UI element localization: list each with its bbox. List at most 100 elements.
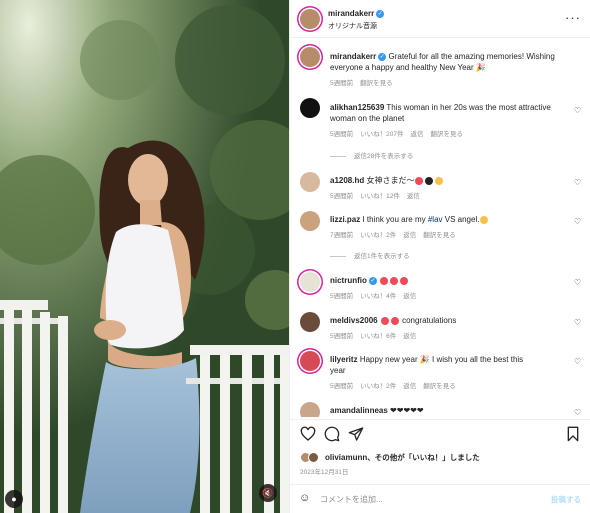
share-send-icon[interactable] — [348, 426, 364, 442]
post-date[interactable]: 2023年12月31日 — [300, 466, 348, 476]
comment-meta: 5週間前 いいね！6件 返信 — [330, 330, 423, 340]
comment-reply-link[interactable]: 返信 — [403, 293, 416, 300]
like-comment-heart-icon[interactable]: ♡ — [574, 357, 581, 366]
comment-age: 5週間前 — [330, 193, 354, 200]
comment-likes-count[interactable]: いいね！207件 — [360, 131, 403, 138]
like-comment-heart-icon[interactable]: ♡ — [574, 106, 581, 115]
comment-likes-count[interactable]: いいね！2件 — [360, 232, 396, 239]
comment-age: 5週間前 — [330, 131, 354, 138]
author-username[interactable]: mirandakerr — [328, 9, 374, 18]
commenter-avatar[interactable] — [300, 402, 320, 417]
comment-meta: 5週間前 いいね！4件 返信 — [330, 290, 423, 300]
comment-age: 5週間前 — [330, 293, 354, 300]
post-media[interactable]: ● 🔇 — [0, 0, 289, 513]
liker-avatar[interactable] — [308, 452, 319, 463]
comment-text: VS angel. — [444, 215, 480, 224]
caption-username[interactable]: mirandakerr — [330, 52, 376, 61]
comment-text-block: meldivs2006 congratulations — [330, 315, 570, 326]
comment-reply-link[interactable]: 返信 — [410, 131, 423, 138]
caption-avatar[interactable] — [300, 47, 320, 67]
comment-translate-link[interactable]: 翻訳を見る — [423, 383, 456, 390]
comment-meta: 5週間前 いいね！12件 返信 — [330, 190, 427, 200]
post-photo — [0, 0, 289, 513]
commenter-avatar[interactable] — [300, 98, 320, 118]
comment-age: 7週間前 — [330, 232, 354, 239]
action-bar — [290, 419, 590, 447]
audio-label[interactable]: オリジナル音源 — [328, 21, 384, 31]
comment-reply-link[interactable]: 返信 — [407, 193, 420, 200]
comment-username[interactable]: lilyeritz — [330, 355, 358, 364]
comment-username[interactable]: amandalinneas — [330, 406, 388, 415]
post-side-panel: mirandakerr ✓ オリジナル音源 ··· mirandakerr ✓ Gr… — [289, 0, 590, 513]
comment-translate-link[interactable]: 翻訳を見る — [430, 131, 463, 138]
like-comment-heart-icon[interactable]: ♡ — [574, 178, 581, 187]
like-comment-heart-icon[interactable]: ♡ — [574, 217, 581, 226]
add-comment-bar: ☺ 投稿する — [290, 484, 590, 513]
caption-text-block: mirandakerr ✓ Grateful for all the amazin… — [330, 51, 570, 73]
heart-eyes-emoji-icon — [380, 316, 389, 325]
tagged-user-icon[interactable]: ● — [5, 490, 23, 508]
caption-age: 5週間前 — [330, 80, 354, 87]
comment-reply-link[interactable]: 返信 — [403, 232, 416, 239]
heart-eyes-emoji-icon — [415, 176, 424, 185]
comment-reply-link[interactable]: 返信 — [403, 333, 416, 340]
commenter-avatar[interactable] — [300, 172, 320, 192]
heart-eyes-emoji-icon — [390, 316, 399, 325]
comment-bubble-icon[interactable] — [324, 426, 340, 442]
comment-text-block: amandalinneas ❤❤❤❤❤ — [330, 405, 570, 416]
comment-likes-count[interactable]: いいね！6件 — [360, 333, 396, 340]
comment-likes-count[interactable]: いいね！12件 — [360, 193, 400, 200]
comment-likes-count[interactable]: いいね！2件 — [360, 383, 396, 390]
more-options-icon[interactable]: ··· — [565, 10, 581, 25]
comment-text: 女神さまだ～ — [366, 176, 415, 185]
caption-translate-link[interactable]: 翻訳を見る — [360, 80, 393, 87]
commenter-avatar[interactable] — [300, 312, 320, 332]
verified-badge-icon: ✓ — [376, 9, 385, 18]
commenter-avatar[interactable] — [300, 211, 320, 231]
caption-meta: 5週間前 翻訳を見る — [330, 77, 400, 87]
comment-text: ❤❤❤❤❤ — [390, 406, 424, 415]
comment-username[interactable]: nictrunfio — [330, 276, 367, 285]
comment-username[interactable]: alikhan125639 — [330, 103, 384, 112]
comment-text: congratulations — [402, 316, 457, 325]
post-comment-button[interactable]: 投稿する — [551, 494, 581, 505]
commenter-avatar[interactable] — [300, 351, 320, 371]
black-heart-emoji-icon — [425, 176, 434, 185]
comment-meta: 5週間前 いいね！2件 返信 翻訳を見る — [330, 380, 463, 390]
comment-username[interactable]: meldivs2006 — [330, 316, 378, 325]
comment-text-block: lilyeritz Happy new year 🎉 I wish you al… — [330, 354, 530, 376]
likes-text[interactable]: 、その他が「いいね！」しました — [367, 453, 480, 462]
comment-username[interactable]: lizzi.paz — [330, 215, 360, 224]
like-comment-heart-icon[interactable]: ♡ — [574, 318, 581, 327]
comment-translate-link[interactable]: 翻訳を見る — [423, 232, 456, 239]
emoji-picker-icon[interactable]: ☺ — [299, 492, 310, 504]
like-comment-heart-icon[interactable]: ♡ — [574, 408, 581, 417]
hashtag-link[interactable]: #lav — [428, 215, 443, 224]
comment-username[interactable]: a1208.hd — [330, 176, 364, 185]
comment-likes-count[interactable]: いいね！4件 — [360, 293, 396, 300]
smile-emoji-icon — [480, 215, 489, 224]
likes-summary: oliviamunn、その他が「いいね！」しました 2023年12月31日 — [290, 447, 590, 483]
comment-text-block: alikhan125639 This woman in her 20s was … — [330, 102, 570, 124]
heart-eyes-emoji-icon — [380, 276, 389, 285]
heart-eyes-emoji-icon — [390, 276, 399, 285]
comment-reply-link[interactable]: 返信 — [403, 383, 416, 390]
comment-text: I think you are my — [362, 215, 426, 224]
heart-eyes-emoji-icon — [400, 276, 409, 285]
author-avatar[interactable] — [300, 9, 320, 29]
commenter-avatar[interactable] — [300, 272, 320, 292]
verified-badge-icon: ✓ — [368, 276, 377, 285]
comment-meta: 7週間前 いいね！2件 返信 翻訳を見る — [330, 229, 463, 239]
like-comment-heart-icon[interactable]: ♡ — [574, 278, 581, 287]
view-replies-link[interactable]: 返信1件を表示する — [330, 250, 410, 260]
comment-input[interactable] — [320, 491, 520, 507]
mute-audio-icon[interactable]: 🔇 — [259, 484, 277, 502]
save-bookmark-icon[interactable] — [565, 426, 581, 442]
likes-line: oliviamunn、その他が「いいね！」しました — [325, 452, 480, 463]
like-heart-icon[interactable] — [300, 426, 316, 442]
comment-text: Happy new year 🎉 I wish you all the best… — [330, 355, 524, 375]
author-info: mirandakerr ✓ オリジナル音源 — [328, 9, 385, 31]
comment-age: 5週間前 — [330, 383, 354, 390]
liker-username[interactable]: oliviamunn — [325, 453, 367, 462]
view-replies-link[interactable]: 返信28件を表示する — [330, 150, 413, 160]
